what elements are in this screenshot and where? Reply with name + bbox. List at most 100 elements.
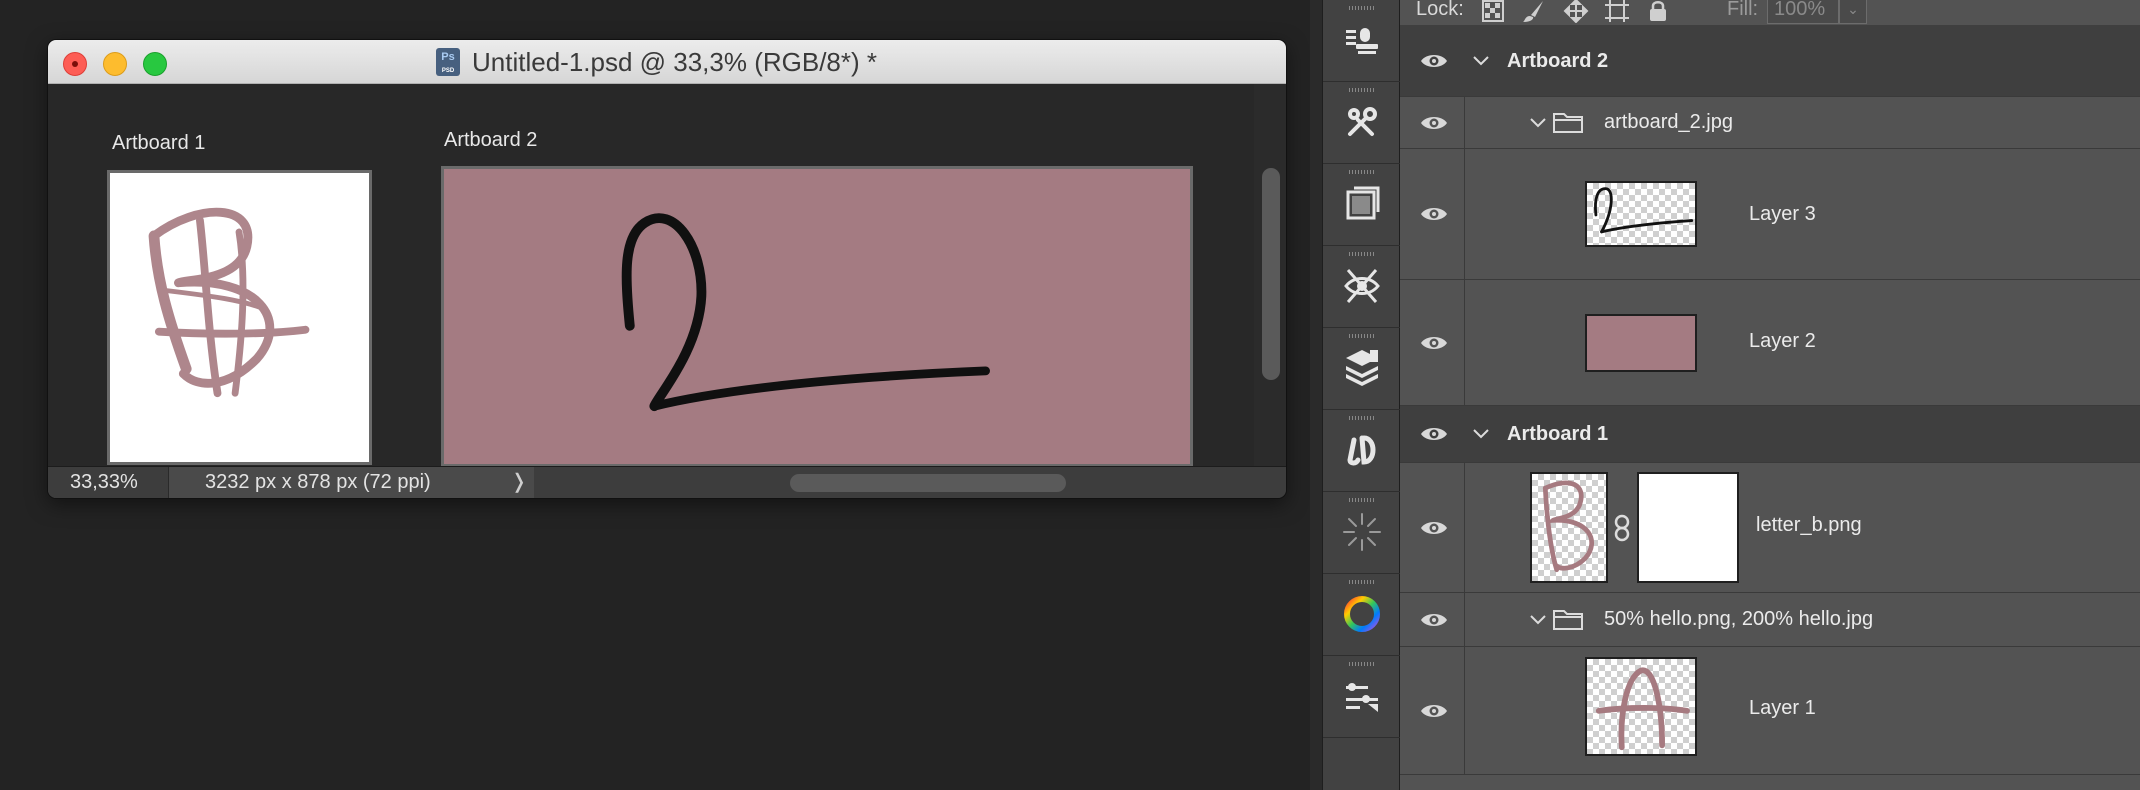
vertical-scroll-track[interactable] (1254, 84, 1286, 466)
chevron-down-icon[interactable] (1527, 609, 1549, 631)
minimize-window-button[interactable] (103, 52, 127, 76)
layer-row-layer-3[interactable]: Layer 3 (1400, 149, 2140, 280)
solid-pink-thumb[interactable] (1585, 314, 1697, 372)
layer-row-letter-b[interactable]: letter_b.png (1400, 463, 2140, 593)
letter-b-sketch (148, 207, 310, 398)
chevron-down-icon[interactable] (1527, 112, 1549, 134)
horizontal-scroll-track[interactable] (536, 467, 1258, 498)
layer-name[interactable]: Layer 1 (1749, 697, 1816, 720)
libraries-button[interactable] (1323, 164, 1401, 246)
brush-burst-button[interactable] (1323, 492, 1401, 574)
lock-transparent-pixels-icon[interactable] (1480, 0, 1506, 23)
letter-a-thumb (1595, 667, 1690, 751)
close-window-button[interactable] (63, 52, 87, 76)
layer-name[interactable]: Artboard 2 (1507, 50, 1608, 73)
layers-panel: Lock: Fill: 100% ⌄ Artboard 2 artboard_2… (1400, 0, 2140, 790)
eye-icon (1421, 208, 1447, 220)
layer-name[interactable]: 50% hello.png, 200% hello.jpg (1604, 608, 1873, 631)
info-menu-chevron[interactable]: ❭ (504, 467, 534, 498)
layer-thumbnail[interactable] (1530, 472, 1608, 583)
grip-handle[interactable] (1349, 170, 1375, 174)
eye-icon (1421, 116, 1447, 129)
vertical-scrollbar-thumb[interactable] (1262, 168, 1280, 380)
libraries-icon (1346, 186, 1380, 220)
title-bar[interactable]: Ps Untitled-1.psd @ 33,3% (RGB/8*) * (48, 40, 1286, 84)
visibility-toggle[interactable] (1400, 463, 1465, 592)
grip-handle[interactable] (1349, 416, 1375, 420)
layer-name[interactable]: Layer 3 (1749, 203, 1816, 226)
grip-handle[interactable] (1349, 498, 1375, 502)
chevron-down-icon[interactable] (1470, 423, 1492, 445)
layer-thumbnail[interactable] (1585, 657, 1697, 756)
lock-image-pixels-icon[interactable] (1521, 0, 1547, 23)
lock-all-icon[interactable] (1645, 0, 1671, 23)
grip-handle[interactable] (1349, 252, 1375, 256)
lock-artboard-icon[interactable] (1604, 0, 1630, 23)
grip-handle[interactable] (1349, 662, 1375, 666)
eye-icon (1421, 704, 1447, 717)
number-2-thumb (1594, 187, 1694, 234)
panel-dock (1322, 0, 1401, 790)
color-wheel-button[interactable] (1323, 574, 1401, 656)
layer-name[interactable]: Layer 2 (1749, 330, 1816, 353)
tool-presets-button[interactable] (1323, 82, 1401, 164)
visibility-toggle[interactable] (1400, 593, 1465, 646)
layer-row-artboard-1[interactable]: Artboard 1 (1400, 406, 2140, 463)
fill-label: Fill: (1727, 0, 1759, 20)
chevron-down-icon[interactable] (1470, 50, 1492, 72)
layer-row-artboard-2[interactable]: Artboard 2 (1400, 26, 2140, 97)
status-bar: 33,33% 3232 px x 878 px (72 ppi) ❭ (48, 466, 1286, 498)
artboard-1-canvas[interactable] (107, 170, 372, 465)
eye-icon (1421, 428, 1447, 440)
lock-position-icon[interactable] (1563, 0, 1589, 23)
eye-icon (1421, 521, 1447, 534)
zoom-level-field[interactable]: 33,33% (48, 467, 169, 498)
layer-row-layer-1[interactable]: Layer 1 (1400, 647, 2140, 775)
zoom-window-button[interactable] (143, 52, 167, 76)
adjustments-icon (1346, 683, 1378, 712)
window-title-group: Ps Untitled-1.psd @ 33,3% (RGB/8*) * (436, 46, 878, 77)
window-title: Untitled-1.psd @ 33,3% (RGB/8*) * (472, 46, 878, 77)
visibility-toggle[interactable] (1400, 647, 1465, 774)
panel-divider[interactable] (1310, 0, 1322, 790)
layer-name[interactable]: artboard_2.jpg (1604, 111, 1733, 134)
fill-dropdown-button[interactable]: ⌄ (1839, 0, 1867, 24)
layer-name[interactable]: Artboard 1 (1507, 423, 1608, 446)
artboard-2-label[interactable]: Artboard 2 (444, 129, 537, 152)
visibility-toggle[interactable] (1400, 280, 1465, 405)
adjustments-button[interactable] (1323, 656, 1401, 738)
clone-source-button[interactable] (1323, 0, 1401, 82)
mockup-stack-button[interactable] (1323, 328, 1401, 410)
3d-visibility-icon (1344, 269, 1380, 303)
grip-handle[interactable] (1349, 88, 1375, 92)
grip-handle[interactable] (1349, 6, 1375, 10)
layer-mask-thumbnail[interactable] (1637, 472, 1739, 583)
folder-icon (1553, 610, 1583, 630)
horizontal-scrollbar-thumb[interactable] (790, 474, 1066, 492)
eye-icon (1421, 55, 1447, 67)
folder-icon (1553, 113, 1583, 133)
document-info[interactable]: 3232 px x 878 px (72 ppi) (169, 467, 504, 498)
tools-presets-icon (1348, 107, 1377, 136)
visibility-toggle[interactable] (1400, 26, 1465, 96)
document-window: Ps Untitled-1.psd @ 33,3% (RGB/8*) * Art… (48, 40, 1286, 498)
grip-handle[interactable] (1349, 580, 1375, 584)
fill-input[interactable]: 100% (1767, 0, 1839, 24)
artboard-2-canvas[interactable] (441, 166, 1193, 467)
canvas-area[interactable]: Artboard 1 Artboard 2 (48, 84, 1254, 467)
mask-link-icon[interactable] (1613, 514, 1631, 542)
artboard-1-label[interactable]: Artboard 1 (112, 132, 205, 155)
cloud-documents-button[interactable] (1323, 410, 1401, 492)
grip-handle[interactable] (1349, 334, 1375, 338)
layer-thumbnail[interactable] (1585, 181, 1697, 247)
visibility-toggle[interactable] (1400, 406, 1465, 462)
eye-icon (1421, 613, 1447, 626)
visibility-toggle[interactable] (1400, 97, 1465, 148)
eye-icon (1421, 336, 1447, 349)
layer-row-group-artboard-2-jpg[interactable]: artboard_2.jpg (1400, 97, 2140, 149)
visibility-toggle[interactable] (1400, 149, 1465, 279)
layer-name[interactable]: letter_b.png (1756, 514, 1862, 537)
layer-row-layer-2[interactable]: Layer 2 (1400, 280, 2140, 406)
layer-row-group-hello[interactable]: 50% hello.png, 200% hello.jpg (1400, 593, 2140, 647)
3d-visibility-button[interactable] (1323, 246, 1401, 328)
